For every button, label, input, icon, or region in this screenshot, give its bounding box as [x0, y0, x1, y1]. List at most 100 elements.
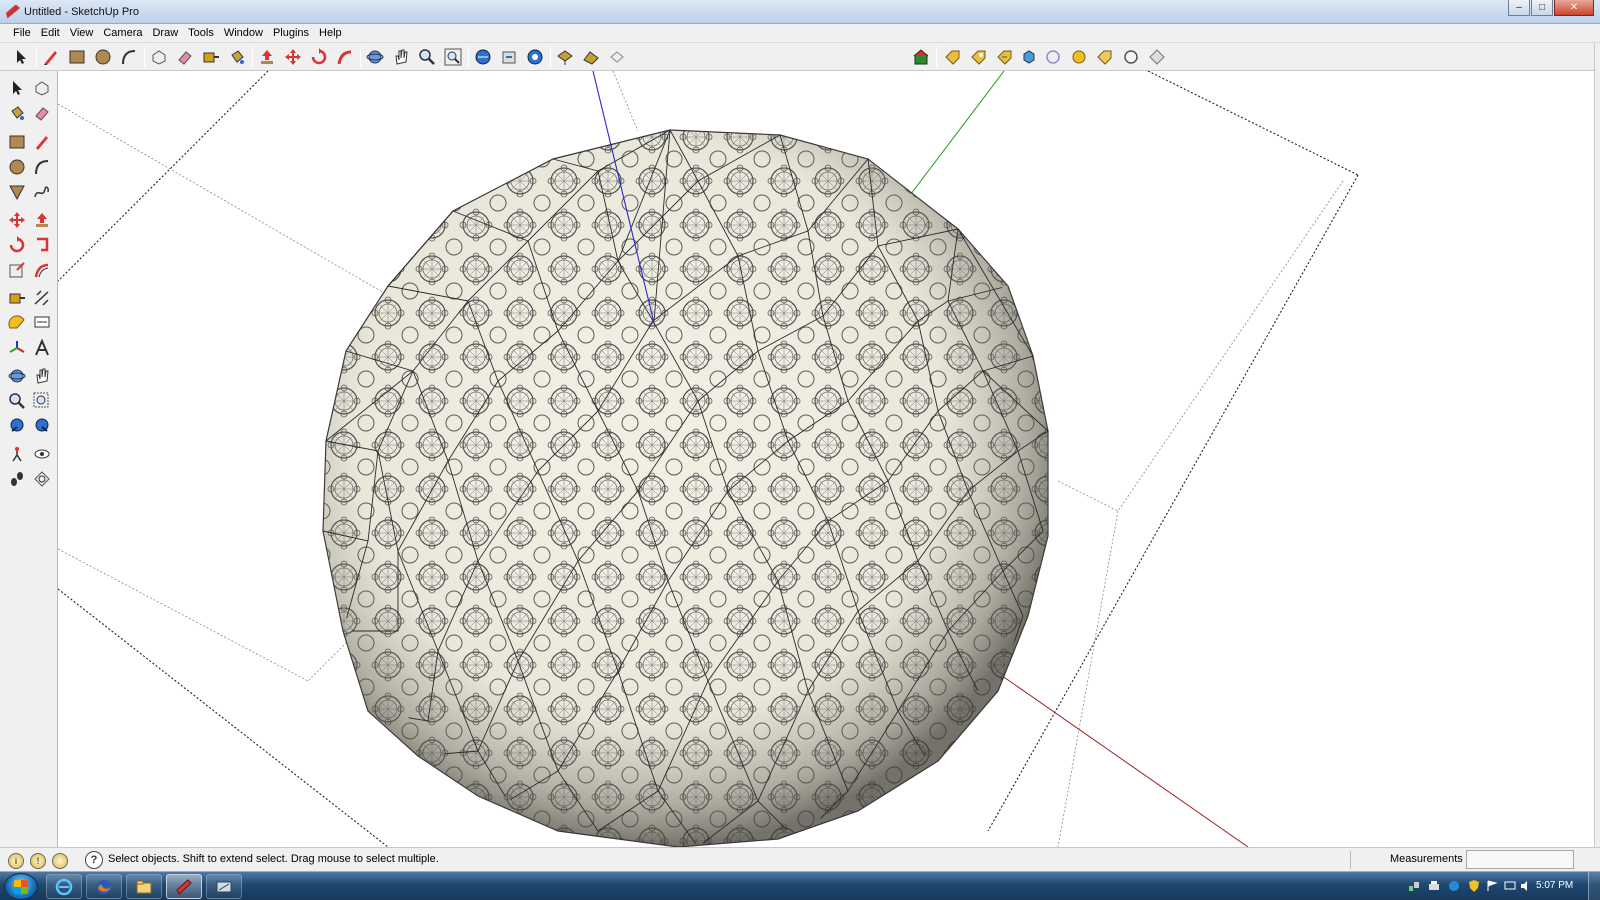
- get-models-icon[interactable]: [472, 47, 494, 67]
- user-icon[interactable]: [52, 853, 68, 869]
- toggle-terrain-icon[interactable]: [580, 47, 602, 67]
- section-plane-icon[interactable]: [31, 468, 53, 490]
- preview-google-earth-icon[interactable]: [606, 47, 628, 67]
- 3d-text-tool-icon[interactable]: [31, 337, 53, 359]
- internet-explorer-taskbar-icon[interactable]: [46, 874, 82, 899]
- green-axis: [897, 71, 1005, 212]
- volume-tray-icon[interactable]: [1520, 880, 1532, 892]
- security-tray-icon[interactable]: [1468, 880, 1480, 892]
- drawing-viewport[interactable]: [58, 71, 1594, 847]
- follow-me-icon[interactable]: [334, 47, 356, 67]
- line-tool-icon[interactable]: [31, 131, 53, 153]
- geo-location-icon[interactable]: i: [8, 853, 24, 869]
- zoom-extents-icon[interactable]: [31, 415, 53, 437]
- pencil-tool-icon[interactable]: [40, 47, 62, 67]
- circle-tool-icon[interactable]: [6, 156, 28, 178]
- plugin-tag-3-icon[interactable]: [994, 47, 1016, 67]
- menu-window[interactable]: Window: [219, 27, 268, 39]
- paint-bucket-icon[interactable]: [226, 47, 248, 67]
- credits-icon[interactable]: !: [30, 853, 46, 869]
- menu-camera[interactable]: Camera: [98, 27, 147, 39]
- taskbar-clock[interactable]: 5:07 PM: [1536, 880, 1573, 891]
- menu-edit[interactable]: Edit: [36, 27, 65, 39]
- house-tool-icon[interactable]: [910, 47, 932, 67]
- plugin-circle-icon[interactable]: [1042, 47, 1064, 67]
- rectangle-tool-icon[interactable]: [66, 47, 88, 67]
- sync-tray-icon[interactable]: [1448, 880, 1460, 892]
- eraser-tool-icon[interactable]: [174, 47, 196, 67]
- firefox-taskbar-icon[interactable]: [86, 874, 122, 899]
- paint-bucket-icon[interactable]: [6, 102, 28, 124]
- zoom-tool-icon[interactable]: [6, 390, 28, 412]
- scale-tool-icon[interactable]: [6, 259, 28, 281]
- pan-tool-icon[interactable]: [31, 365, 53, 387]
- make-component-icon[interactable]: [148, 47, 170, 67]
- menu-file[interactable]: File: [8, 27, 36, 39]
- flag-tray-icon[interactable]: [1486, 880, 1498, 892]
- move-tool-icon[interactable]: [6, 209, 28, 231]
- position-camera-icon[interactable]: [6, 443, 28, 465]
- offset-tool-icon[interactable]: [31, 259, 53, 281]
- arc-tool-icon[interactable]: [118, 47, 140, 67]
- tape-measure-icon[interactable]: [6, 287, 28, 309]
- start-button[interactable]: [4, 873, 38, 900]
- text-tool-icon[interactable]: [31, 312, 53, 334]
- plugin-ring-icon[interactable]: [1120, 47, 1142, 67]
- minimize-button[interactable]: –: [1508, 0, 1530, 16]
- dimension-tool-icon[interactable]: [31, 287, 53, 309]
- add-location-icon[interactable]: [554, 47, 576, 67]
- pan-tool-icon[interactable]: [390, 47, 412, 67]
- select-tool-icon[interactable]: [6, 77, 28, 99]
- plugin-diamond-icon[interactable]: [1146, 47, 1168, 67]
- printer-tray-icon[interactable]: [1428, 880, 1440, 892]
- network-tray-icon[interactable]: [1408, 880, 1420, 892]
- protractor-tool-icon[interactable]: [6, 312, 28, 334]
- previous-view-icon[interactable]: [6, 415, 28, 437]
- arc-tool-icon[interactable]: [31, 156, 53, 178]
- plugin-sun-icon[interactable]: [1068, 47, 1090, 67]
- rotate-tool-icon[interactable]: [6, 234, 28, 256]
- eraser-tool-icon[interactable]: [31, 102, 53, 124]
- share-model-icon[interactable]: [498, 47, 520, 67]
- make-component-icon[interactable]: [31, 77, 53, 99]
- rectangle-tool-icon[interactable]: [6, 131, 28, 153]
- axes-tool-icon[interactable]: [6, 337, 28, 359]
- zoom-extents-icon[interactable]: [442, 47, 464, 67]
- freehand-tool-icon[interactable]: [31, 181, 53, 203]
- sketchup-app-icon[interactable]: [6, 4, 20, 19]
- tape-measure-icon[interactable]: [200, 47, 222, 67]
- plugin-tag-2-icon[interactable]: [968, 47, 990, 67]
- sketchup-taskbar-icon[interactable]: [166, 874, 202, 899]
- polygon-tool-icon[interactable]: [6, 181, 28, 203]
- plugin-tag-1-icon[interactable]: [942, 47, 964, 67]
- instructor-help-icon[interactable]: ?: [85, 851, 103, 869]
- plugin-tag-4-icon[interactable]: [1094, 47, 1116, 67]
- close-button[interactable]: ✕: [1554, 0, 1594, 16]
- zoom-window-icon[interactable]: [31, 390, 53, 412]
- menu-draw[interactable]: Draw: [147, 27, 183, 39]
- other-app-taskbar-icon[interactable]: [206, 874, 242, 899]
- menu-tools[interactable]: Tools: [183, 27, 219, 39]
- orbit-tool-icon[interactable]: [6, 365, 28, 387]
- menu-plugins[interactable]: Plugins: [268, 27, 314, 39]
- show-desktop-button[interactable]: [1588, 872, 1600, 900]
- menu-view[interactable]: View: [65, 27, 99, 39]
- menu-help[interactable]: Help: [314, 27, 347, 39]
- share-component-icon[interactable]: [524, 47, 546, 67]
- zoom-tool-icon[interactable]: [416, 47, 438, 67]
- plugin-cube-icon[interactable]: [1018, 47, 1040, 67]
- select-tool-icon[interactable]: [10, 47, 32, 67]
- look-around-icon[interactable]: [31, 443, 53, 465]
- rotate-tool-icon[interactable]: [308, 47, 330, 67]
- move-tool-icon[interactable]: [282, 47, 304, 67]
- measurements-input[interactable]: [1466, 850, 1574, 869]
- maximize-button[interactable]: □: [1531, 0, 1553, 16]
- follow-me-icon[interactable]: [31, 234, 53, 256]
- push-pull-icon[interactable]: [256, 47, 278, 67]
- orbit-tool-icon[interactable]: [364, 47, 386, 67]
- circle-tool-icon[interactable]: [92, 47, 114, 67]
- file-explorer-taskbar-icon[interactable]: [126, 874, 162, 899]
- display-tray-icon[interactable]: [1504, 880, 1516, 892]
- walk-tool-icon[interactable]: [6, 468, 28, 490]
- push-pull-icon[interactable]: [31, 209, 53, 231]
